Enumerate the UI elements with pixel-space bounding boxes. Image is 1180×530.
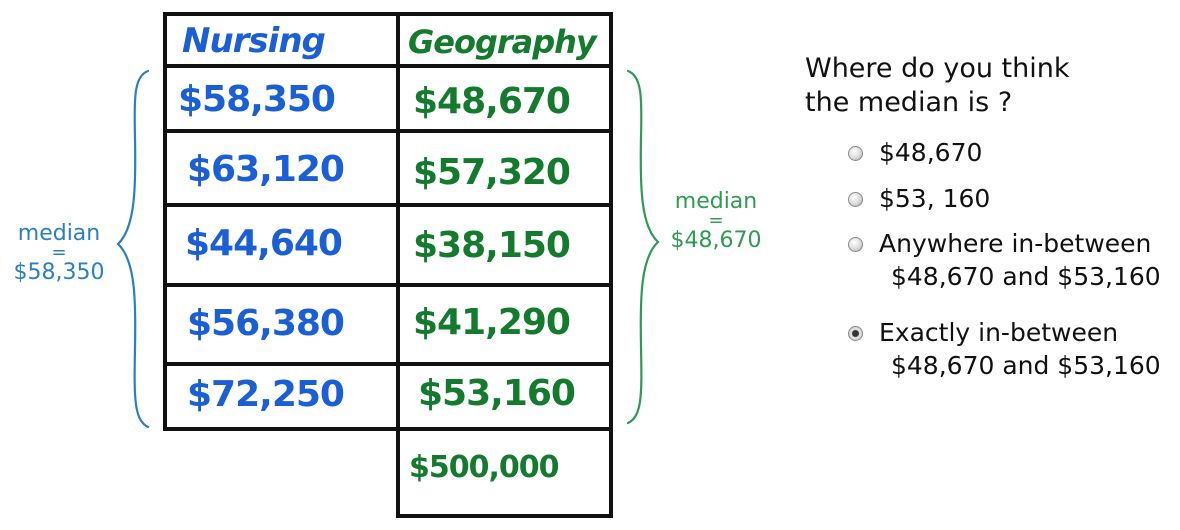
table-row-divider <box>163 203 613 207</box>
right-brace <box>626 69 660 425</box>
geography-salary-cell: $53,160 <box>418 373 576 414</box>
geography-salary-cell: $48,670 <box>413 81 571 122</box>
geography-salary-cell: $57,320 <box>413 152 571 193</box>
annotation-value: $58,350 <box>13 260 105 286</box>
table-row-divider <box>163 283 613 287</box>
nursing-header: Nursing <box>182 21 326 61</box>
option-label: Anywhere in-between $48,670 and $53,160 <box>879 228 1161 293</box>
table-border-top <box>163 12 613 16</box>
question-line: the median is ? <box>805 86 1013 118</box>
geography-salary-cell: $41,290 <box>413 302 571 343</box>
option-line: $48,670 and $53,160 <box>891 350 1161 380</box>
table-border-bottom <box>396 514 613 518</box>
geography-salary-cell: $38,150 <box>413 225 571 266</box>
option-label: $48,670 <box>879 137 982 170</box>
radio-button[interactable] <box>848 192 863 207</box>
answer-option[interactable]: Anywhere in-between $48,670 and $53,160 <box>848 228 1161 293</box>
nursing-salary-cell: $63,120 <box>187 149 345 190</box>
option-line: $48,670 <box>879 138 983 167</box>
table-row-divider <box>163 64 613 68</box>
option-line: $53, 160 <box>879 184 991 213</box>
left-brace <box>116 69 150 429</box>
question-line: Where do you think <box>805 53 1070 84</box>
option-line: Exactly in-between <box>879 318 1119 347</box>
nursing-salary-cell: $56,380 <box>187 303 345 344</box>
geography-salary-cell: $500,000 <box>409 450 560 485</box>
table-row-divider <box>163 362 613 366</box>
annotation-equals: = <box>708 210 724 232</box>
radio-button[interactable] <box>848 146 863 161</box>
nursing-salary-cell: $72,250 <box>187 374 345 415</box>
option-label: Exactly in-between $48,670 and $53,160 <box>879 317 1161 382</box>
nursing-median-annotation: median = $58,350 <box>8 222 110 284</box>
table-row-divider <box>163 427 613 431</box>
nursing-salary-cell: $44,640 <box>185 223 343 264</box>
annotation-equals: = <box>51 242 67 264</box>
geography-median-annotation: median = $48,670 <box>660 190 772 252</box>
answer-option[interactable]: $53, 160 <box>848 183 990 216</box>
answer-option[interactable]: Exactly in-between $48,670 and $53,160 <box>848 317 1161 382</box>
table-row-divider <box>163 129 613 133</box>
radio-button[interactable] <box>848 237 863 252</box>
table-border-left <box>163 12 167 431</box>
table-border-right <box>609 12 613 518</box>
geography-header: Geography <box>408 23 597 61</box>
option-line: Anywhere in-between <box>879 229 1152 258</box>
annotation-value: $48,670 <box>670 228 762 254</box>
table-column-divider <box>396 12 400 518</box>
nursing-salary-cell: $58,350 <box>178 79 336 120</box>
radio-button-selected[interactable] <box>848 326 863 341</box>
answer-option[interactable]: $48,670 <box>848 137 982 170</box>
option-line: $48,670 and $53,160 <box>891 261 1161 291</box>
option-label: $53, 160 <box>879 183 990 216</box>
quiz-question: Where do you think the median is ? <box>805 52 1070 120</box>
